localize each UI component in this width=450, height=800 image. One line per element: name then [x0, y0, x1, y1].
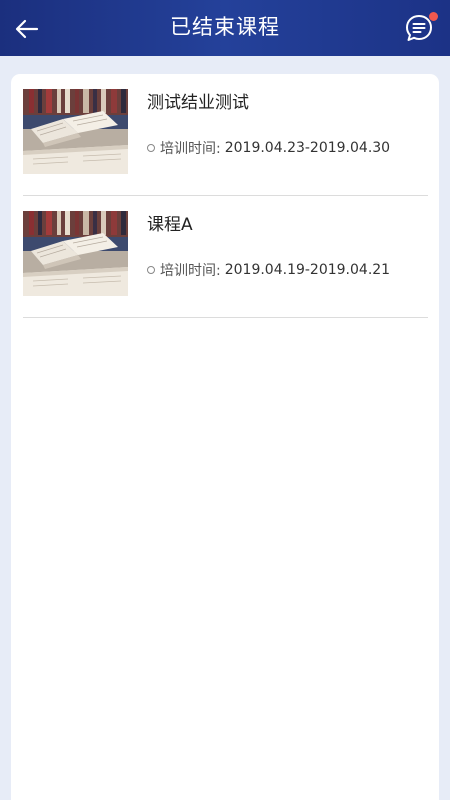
time-label: 培训时间:: [160, 141, 221, 157]
course-title: 课程A: [147, 215, 193, 235]
open-book-image: [23, 89, 128, 174]
course-list-item[interactable]: 课程A 培训时间: 2019.04.19-2019.04.21: [23, 196, 428, 318]
open-book-image: [23, 211, 128, 296]
message-button[interactable]: [404, 12, 438, 43]
course-time: 培训时间: 2019.04.19-2019.04.21: [147, 260, 390, 280]
course-thumbnail: [23, 89, 128, 174]
notification-badge: [429, 12, 438, 21]
page-title: 已结束课程: [170, 15, 280, 39]
top-bar: 已结束课程: [0, 0, 450, 56]
circle-bullet-icon: [147, 266, 155, 274]
time-label: 培训时间:: [160, 263, 221, 279]
course-thumbnail: [23, 211, 128, 296]
course-time: 培训时间: 2019.04.23-2019.04.30: [147, 138, 390, 158]
course-title: 测试结业测试: [147, 93, 249, 113]
time-range: 2019.04.23-2019.04.30: [224, 140, 391, 156]
course-list: 测试结业测试 培训时间: 2019.04.23-2019.04.30 课程A 培…: [11, 74, 439, 800]
course-list-item[interactable]: 测试结业测试 培训时间: 2019.04.23-2019.04.30: [23, 74, 428, 196]
circle-bullet-icon: [147, 144, 155, 152]
time-range: 2019.04.19-2019.04.21: [224, 262, 391, 278]
